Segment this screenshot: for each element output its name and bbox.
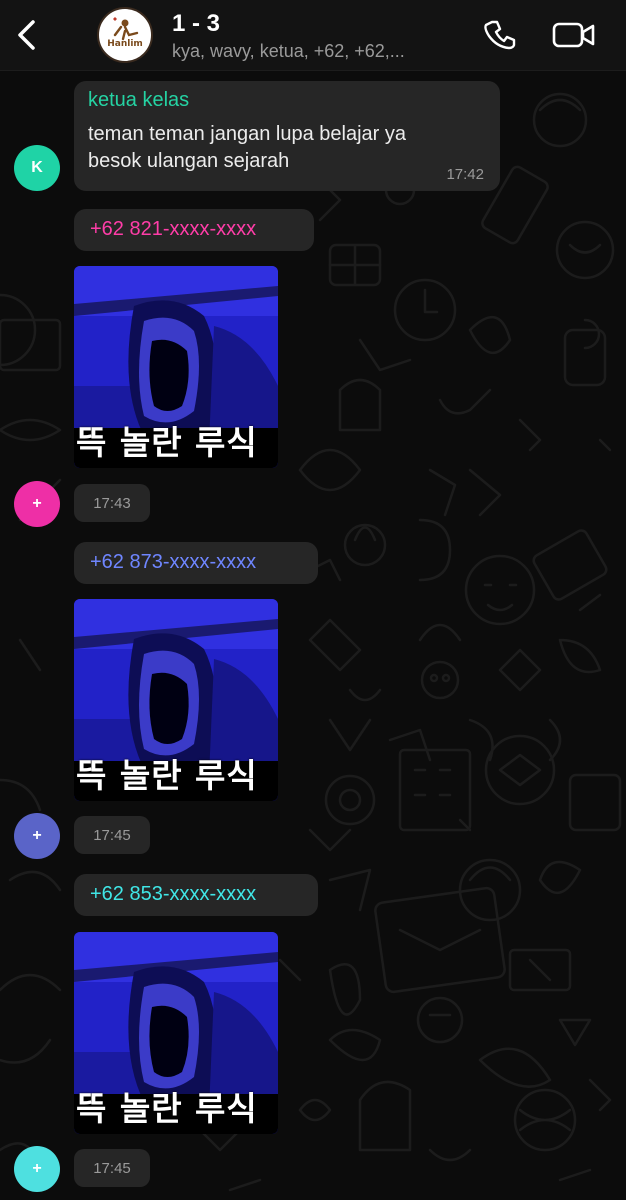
chat-screen: Hanlim 1 - 3 kya, wavy, ketua, +62, +62,… bbox=[0, 0, 626, 1200]
group-avatar-label: Hanlim bbox=[107, 39, 143, 49]
sender-name[interactable]: +62 821-xxxx-xxxx bbox=[90, 218, 256, 241]
video-call-button[interactable] bbox=[549, 15, 599, 55]
chat-participants[interactable]: kya, wavy, ketua, +62, +62,... bbox=[172, 41, 472, 62]
message-time-bubble: 17:45 bbox=[74, 816, 150, 854]
sender-name[interactable]: +62 853-xxxx-xxxx bbox=[90, 883, 256, 906]
message-time: 17:45 bbox=[93, 826, 131, 844]
image-message[interactable]: 뜩 놀란 루식 bbox=[74, 599, 278, 801]
voice-call-button[interactable] bbox=[481, 15, 521, 55]
image-caption: 뜩 놀란 루식 bbox=[76, 756, 258, 795]
sender-name-bubble: +62 821-xxxx-xxxx bbox=[74, 209, 314, 251]
sender-name-bubble: +62 853-xxxx-xxxx bbox=[74, 874, 318, 916]
message-time: 17:42 bbox=[446, 166, 484, 183]
sender-avatar[interactable]: K bbox=[14, 145, 60, 191]
message-time-bubble: 17:43 bbox=[74, 484, 150, 522]
sender-name-bubble: +62 873-xxxx-xxxx bbox=[74, 542, 318, 584]
sender-name[interactable]: +62 873-xxxx-xxxx bbox=[90, 551, 256, 574]
image-message[interactable]: 뜩 놀란 루식 bbox=[74, 266, 278, 468]
avatar-letter: + bbox=[32, 495, 42, 512]
group-logo-icon bbox=[113, 17, 139, 41]
back-button[interactable] bbox=[6, 12, 46, 58]
phone-icon bbox=[484, 20, 516, 50]
chat-header: Hanlim 1 - 3 kya, wavy, ketua, +62, +62,… bbox=[0, 0, 626, 71]
sender-name[interactable]: ketua kelas bbox=[88, 89, 189, 112]
message-bubble-text[interactable]: ketua kelas teman teman jangan lupa bela… bbox=[74, 81, 500, 191]
sender-avatar[interactable]: + bbox=[14, 481, 60, 527]
sender-avatar[interactable]: + bbox=[14, 813, 60, 859]
sender-avatar[interactable]: + bbox=[14, 1146, 60, 1192]
avatar-letter: + bbox=[32, 1160, 42, 1177]
avatar-letter: + bbox=[32, 827, 42, 844]
message-time-bubble: 17:45 bbox=[74, 1149, 150, 1187]
chat-title[interactable]: 1 - 3 bbox=[172, 10, 220, 38]
message-text-line: besok ulangan sejarah bbox=[88, 150, 290, 172]
message-time: 17:45 bbox=[93, 1159, 131, 1177]
message-text: teman teman jangan lupa belajar ya besok… bbox=[88, 121, 488, 175]
group-avatar[interactable]: Hanlim bbox=[97, 7, 153, 63]
video-camera-icon bbox=[552, 22, 595, 48]
message-text-line: teman teman jangan lupa belajar ya bbox=[88, 123, 406, 145]
image-caption: 뜩 놀란 루식 bbox=[76, 423, 258, 462]
message-time: 17:43 bbox=[93, 494, 131, 512]
image-message[interactable]: 뜩 놀란 루식 bbox=[74, 932, 278, 1134]
image-caption: 뜩 놀란 루식 bbox=[76, 1089, 258, 1128]
avatar-letter: K bbox=[31, 159, 43, 176]
chevron-left-icon bbox=[18, 20, 35, 50]
